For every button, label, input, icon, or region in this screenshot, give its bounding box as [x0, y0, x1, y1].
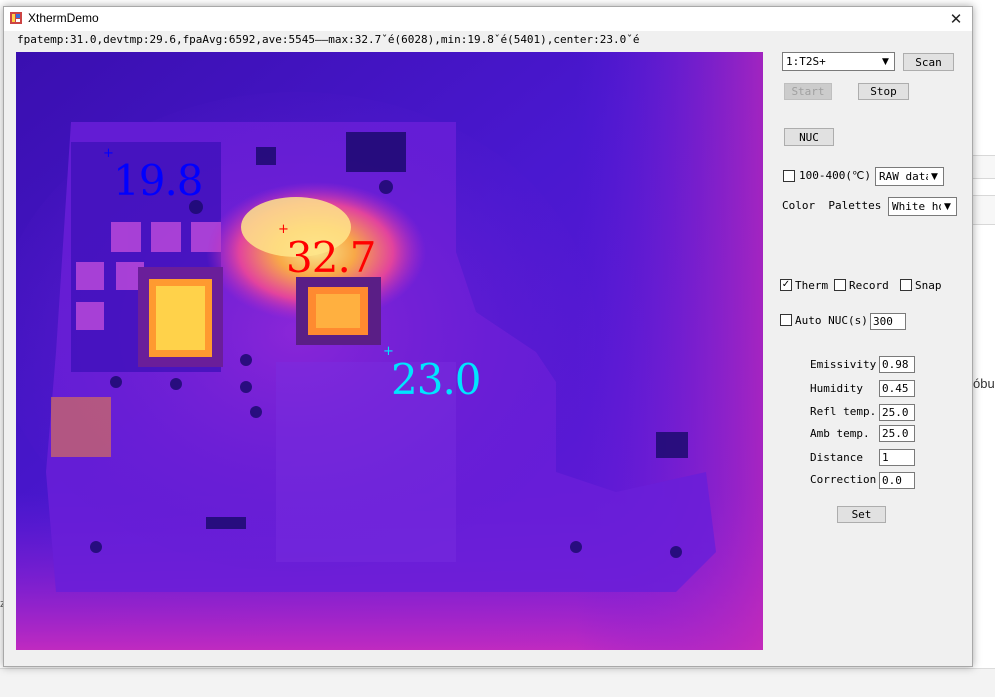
background-row — [972, 155, 995, 179]
background-bottom-bar — [0, 668, 995, 697]
chevron-down-icon: ▼ — [928, 169, 941, 184]
scan-button[interactable]: Scan — [903, 53, 954, 71]
emissivity-label: Emissivity — [810, 358, 877, 371]
reflected-temp-label: Refl temp. — [810, 405, 877, 418]
humidity-label: Humidity — [810, 382, 863, 395]
xtherm-window: XthermDemo ✕ fpatemp:31.0,devtmp:29.6,fp… — [3, 6, 973, 667]
nuc-button[interactable]: NUC — [784, 128, 834, 146]
close-icon: ✕ — [949, 10, 963, 28]
chevron-down-icon: ▼ — [941, 199, 954, 214]
reflected-temp-input[interactable]: 25.0 — [879, 404, 915, 421]
therm-checkbox[interactable]: ✓ — [780, 279, 792, 291]
start-button[interactable]: Start — [784, 83, 832, 100]
ambient-temp-input[interactable]: 25.0 — [879, 425, 915, 442]
color-palettes-label: Color Palettes — [782, 199, 882, 212]
chevron-down-icon: ▼ — [879, 54, 892, 69]
data-mode-select[interactable]: RAW data ▼ — [875, 167, 944, 186]
snap-label: Snap — [915, 279, 942, 292]
distance-input[interactable]: 1 — [879, 449, 915, 466]
auto-nuc-interval-input[interactable]: 300 — [870, 313, 906, 330]
min-temperature-readout: 19.8 — [113, 156, 204, 205]
snap-checkbox[interactable] — [900, 279, 912, 291]
title-bar[interactable]: XthermDemo ✕ — [4, 7, 972, 31]
center-temperature-readout: 23.0 — [391, 355, 482, 404]
therm-label: Therm — [795, 279, 829, 292]
close-button[interactable]: ✕ — [941, 7, 971, 31]
thermal-app-icon — [10, 12, 22, 24]
window-title: XthermDemo — [28, 11, 99, 25]
range-label: 100-400(℃) — [799, 169, 871, 182]
background-partial-text: óbu — [973, 376, 995, 391]
emissivity-input[interactable]: 0.98 — [879, 356, 915, 373]
ambient-temp-label: Amb temp. — [810, 427, 870, 440]
correction-input[interactable]: 0.0 — [879, 472, 915, 489]
distance-label: Distance — [810, 451, 863, 464]
auto-nuc-checkbox[interactable] — [780, 314, 792, 326]
background-row — [972, 195, 995, 225]
humidity-input[interactable]: 0.45 — [879, 380, 915, 397]
device-select[interactable]: 1:T2S+ ▼ — [782, 52, 895, 71]
set-button[interactable]: Set — [837, 506, 886, 523]
temperature-status-line: fpatemp:31.0,devtmp:29.6,fpaAvg:6592,ave… — [17, 33, 640, 46]
range-checkbox[interactable] — [783, 170, 795, 182]
stop-button[interactable]: Stop — [858, 83, 909, 100]
thermal-image-view[interactable]: + + + 19.8 32.7 23.0 — [16, 52, 763, 650]
max-temperature-readout: 32.7 — [286, 233, 377, 282]
palette-select[interactable]: White hot ▼ — [888, 197, 957, 216]
record-label: Record — [849, 279, 889, 292]
record-checkbox[interactable] — [834, 279, 846, 291]
auto-nuc-label: Auto NUC(s) — [795, 314, 868, 327]
correction-label: Correction — [810, 473, 877, 486]
